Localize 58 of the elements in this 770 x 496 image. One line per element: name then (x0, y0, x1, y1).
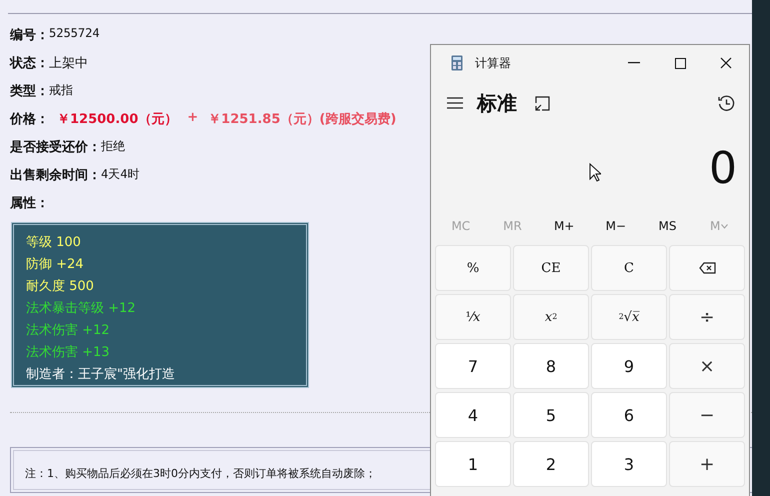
chevron-down-icon (721, 224, 728, 228)
field-value: 拒绝 (101, 138, 125, 155)
key-button[interactable]: CE (513, 245, 589, 291)
memory-button[interactable]: M− (606, 216, 626, 236)
key-button[interactable]: 3 (591, 441, 667, 487)
field-value: 上架中 (49, 55, 88, 72)
field-label: 编号： (10, 26, 49, 44)
minimize-icon[interactable] (628, 62, 640, 64)
key-button[interactable]: 2 (513, 441, 589, 487)
history-icon[interactable] (718, 94, 735, 112)
display-value: 0 (709, 142, 737, 194)
attribute-text: 法术伤害 +12 (26, 322, 111, 340)
field-label: 价格： (10, 111, 49, 128)
field-label: 类型： (10, 83, 49, 100)
field-value: 5255724 (49, 26, 100, 40)
price-text: ￥12500.00（元） (57, 111, 178, 128)
maximize-icon[interactable] (674, 58, 686, 68)
attribute-text: 法术暴击等级 +12 (26, 300, 137, 318)
key-button[interactable]: 9 (591, 343, 667, 389)
mode-title: 标准 (477, 90, 517, 116)
key-button[interactable]: − (669, 392, 745, 438)
memory-button[interactable]: MS (658, 216, 676, 236)
field-label: 状态： (10, 55, 49, 72)
backspace-icon (698, 262, 716, 274)
field-label: 出售剩余时间： (10, 167, 101, 184)
close-icon[interactable] (720, 57, 732, 69)
key-button[interactable]: 4 (435, 392, 511, 438)
key-button[interactable]: 8 (513, 343, 589, 389)
plus-sign: + (187, 110, 198, 125)
calculator-icon (451, 55, 463, 71)
attribute-text: 法术伤害 +13 (26, 344, 111, 362)
attribute-text: 耐久度 500 (26, 278, 95, 296)
attribute-text: 防御 +24 (26, 256, 85, 274)
window-title: 计算器 (475, 54, 511, 72)
key-button[interactable]: C (591, 245, 667, 291)
key-button[interactable]: 6 (591, 392, 667, 438)
key-button[interactable]: ÷ (669, 294, 745, 340)
attribute-text: 制造者：王子宸"强化打造 (26, 366, 176, 384)
key-button[interactable]: 1 (435, 441, 511, 487)
mouse-cursor-icon (589, 163, 601, 182)
attribute-text: 等级 100 (26, 234, 82, 252)
field-value: 4天4时 (101, 166, 140, 183)
key-button[interactable]: 5 (513, 392, 589, 438)
note-text: 注：1、购买物品后必须在3时0分内支付，否则订单将被系统自动废除； (25, 467, 376, 480)
memory-button[interactable]: M+ (554, 216, 574, 236)
keep-on-top-icon[interactable] (535, 96, 550, 110)
field-label: 属性： (10, 195, 49, 212)
field-label: 是否接受还价： (10, 138, 101, 156)
key-button[interactable]: + (669, 441, 745, 487)
key-button[interactable]: ¹⁄x (435, 294, 511, 340)
menu-icon[interactable] (447, 97, 463, 109)
key-button[interactable]: 7 (435, 343, 511, 389)
key-button[interactable]: x$^{2}$ (513, 294, 589, 340)
field-value: 戒指 (49, 82, 73, 99)
key-button[interactable]: % (435, 245, 511, 291)
key-button[interactable]: × (669, 343, 745, 389)
fee-text: ￥1251.85（元）(跨服交易费) (208, 110, 396, 128)
key-button[interactable]: $^{2}$√x̅ (591, 294, 667, 340)
